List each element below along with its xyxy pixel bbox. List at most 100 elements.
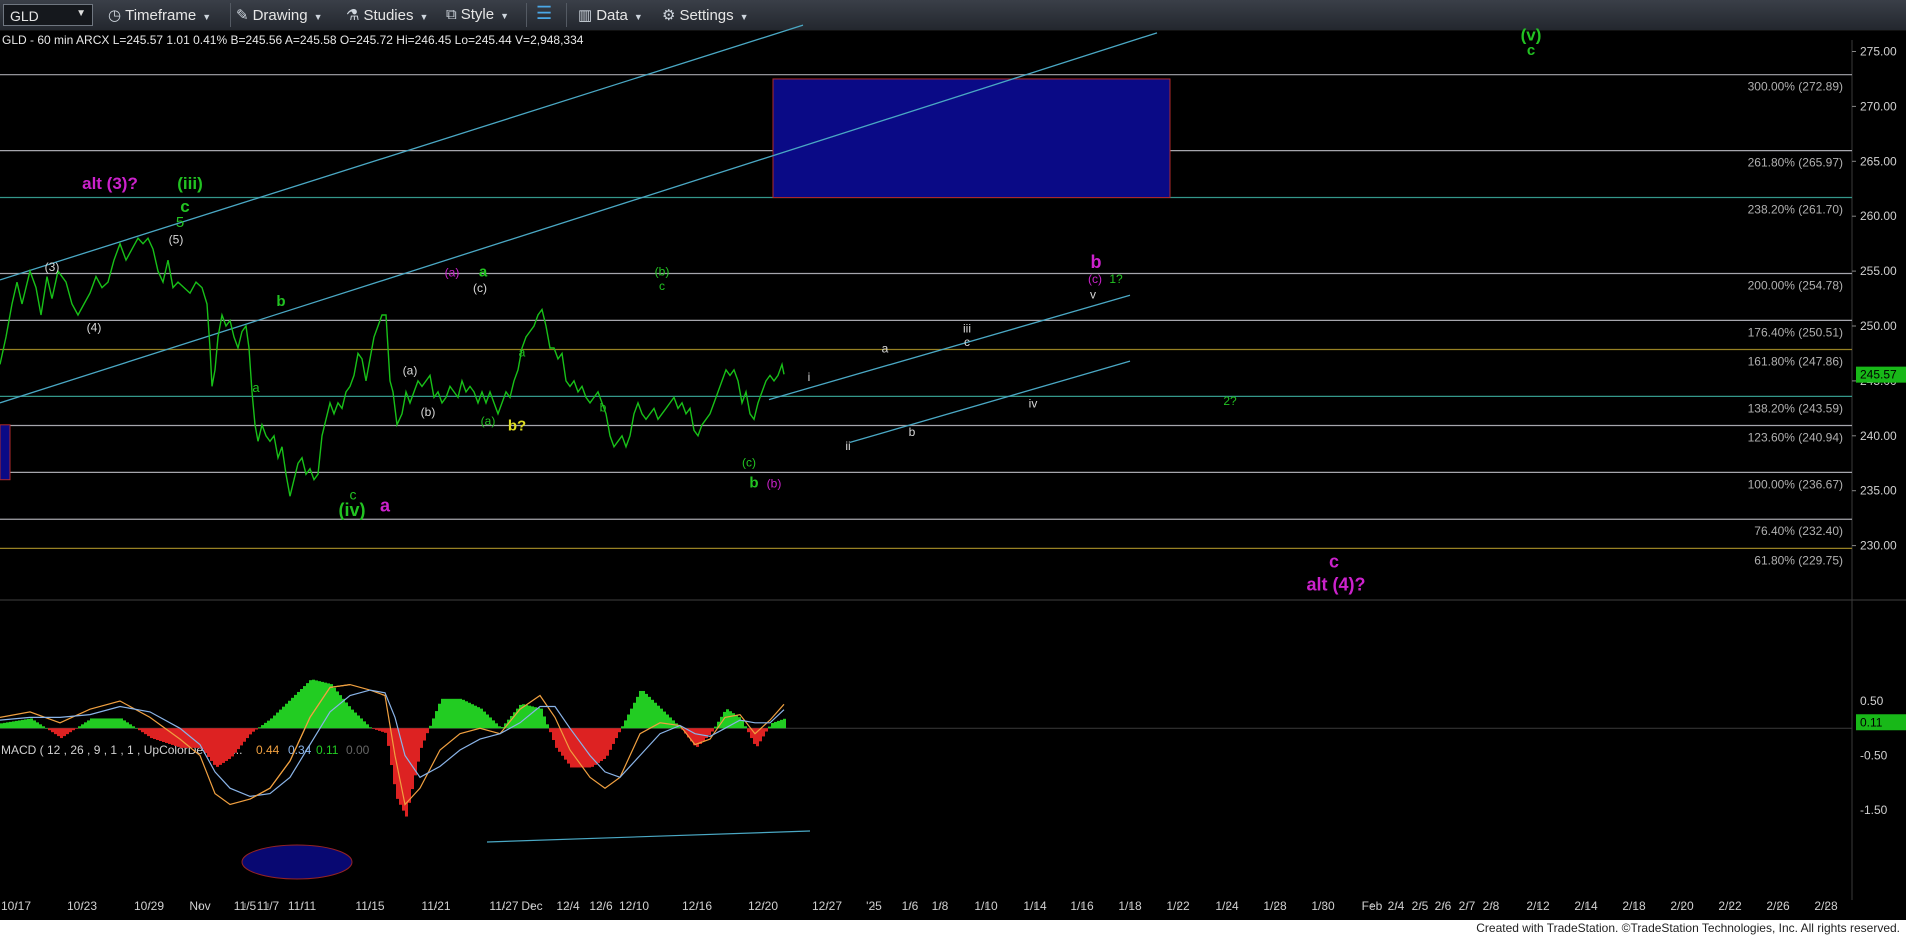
macd-bar [492, 720, 495, 729]
x-tick-label: 1/6 [902, 899, 919, 913]
macd-readout: 0.00 [346, 743, 370, 757]
macd-bar [234, 728, 237, 753]
macd-bar [441, 698, 444, 729]
macd-bar [639, 690, 642, 729]
macd-bar [228, 728, 231, 759]
wave-label: ii [845, 439, 850, 453]
x-tick-label: 1/14 [1023, 899, 1047, 913]
macd-bar [72, 728, 75, 731]
macd-bar [600, 728, 603, 761]
x-tick-label: 10/17 [1, 899, 31, 913]
fib-level-label: 238.20% (261.70) [1748, 203, 1843, 217]
x-tick-label: Dec [521, 899, 542, 913]
macd-bar [417, 728, 420, 762]
macd-bar [726, 709, 729, 729]
macd-bar [180, 728, 183, 748]
macd-bar [354, 712, 357, 729]
x-tick-label: 12/16 [682, 899, 712, 913]
macd-bar [267, 720, 270, 729]
macd-bar [216, 728, 219, 767]
macd-bar [360, 718, 363, 729]
macd-bar [477, 707, 480, 729]
macd-bar [474, 705, 477, 729]
copyright-text: Created with TradeStation. ©TradeStation… [1476, 921, 1900, 935]
macd-bar [780, 719, 783, 729]
x-tick-label: 2/26 [1766, 899, 1790, 913]
macd-bar [570, 728, 573, 768]
x-tick-label: 2/6 [1435, 899, 1452, 913]
macd-bar [144, 728, 147, 735]
macd-bar [411, 728, 414, 790]
macd-bar [480, 708, 483, 729]
macd-bar [75, 728, 78, 729]
macd-bar [339, 695, 342, 729]
macd-readout: 0.44 [256, 743, 280, 757]
x-tick-label: 12/4 [556, 899, 580, 913]
macd-bar [345, 702, 348, 729]
wave-label: (b) [767, 476, 782, 490]
wave-label: b? [508, 417, 526, 434]
wave-label: 2? [1223, 394, 1237, 408]
macd-bar [282, 706, 285, 729]
macd-bar [666, 714, 669, 729]
y-tick-label: 240.00 [1860, 429, 1897, 443]
macd-bar [495, 723, 498, 729]
x-tick-label: 10/23 [67, 899, 97, 913]
macd-bar [315, 680, 318, 729]
wave-label: iii [963, 322, 971, 336]
macd-bar [33, 720, 36, 729]
macd-bar [552, 728, 555, 741]
macd-bar [9, 721, 12, 729]
macd-value-label: 0.11 [1860, 715, 1883, 729]
macd-bar [204, 728, 207, 754]
fib-level-label: 76.40% (232.40) [1754, 524, 1843, 538]
x-tick-label: 2/18 [1622, 899, 1646, 913]
macd-bar [261, 725, 264, 729]
macd-bar [378, 728, 381, 731]
macd-bar [768, 726, 771, 729]
macd-bar [543, 716, 546, 729]
macd-bar [564, 728, 567, 760]
price-chart[interactable]: 300.00% (272.89) 261.80% (265.97) 238.20% … [0, 0, 1906, 920]
macd-bar [777, 720, 780, 729]
macd-bar [357, 715, 360, 729]
macd-bar [747, 728, 750, 733]
macd-bar [240, 728, 243, 746]
macd-bar [603, 728, 606, 759]
macd-readout: 0.34 [288, 743, 312, 757]
wave-label: a [519, 346, 526, 360]
macd-bar [456, 698, 459, 729]
macd-bar [63, 728, 66, 737]
fib-level-label: 161.80% (247.86) [1748, 354, 1843, 368]
macd-bar [483, 711, 486, 729]
macd-bar [36, 722, 39, 729]
wave-label: (iii) [177, 174, 203, 193]
x-tick-label: Nov [189, 899, 210, 913]
x-tick-label: 11/15 [355, 899, 384, 913]
macd-bar [108, 718, 111, 729]
macd-bar [45, 728, 48, 729]
macd-bar [348, 706, 351, 729]
wave-label: a [882, 341, 889, 355]
macd-bar [312, 679, 315, 729]
x-tick-label: 11/27 [489, 899, 518, 913]
x-tick-label: 1/28 [1263, 899, 1287, 913]
macd-bar [408, 728, 411, 803]
x-tick-label: 11/5 [234, 899, 257, 913]
macd-bar [438, 703, 441, 729]
macd-bar [387, 728, 390, 746]
target-zone-box [772, 78, 1171, 199]
macd-bar [618, 728, 621, 733]
fib-level-label: 100.00% (236.67) [1748, 477, 1843, 491]
macd-bar [153, 728, 156, 740]
macd-bar [630, 708, 633, 729]
macd-bar [591, 728, 594, 767]
macd-bar [660, 708, 663, 729]
macd-bar [549, 728, 552, 733]
y-tick-label: 270.00 [1860, 99, 1897, 113]
macd-divergence-line [486, 830, 811, 843]
macd-bar [714, 726, 717, 729]
macd-bar [426, 728, 429, 734]
macd-bar [609, 728, 612, 750]
macd-bar [444, 698, 447, 729]
